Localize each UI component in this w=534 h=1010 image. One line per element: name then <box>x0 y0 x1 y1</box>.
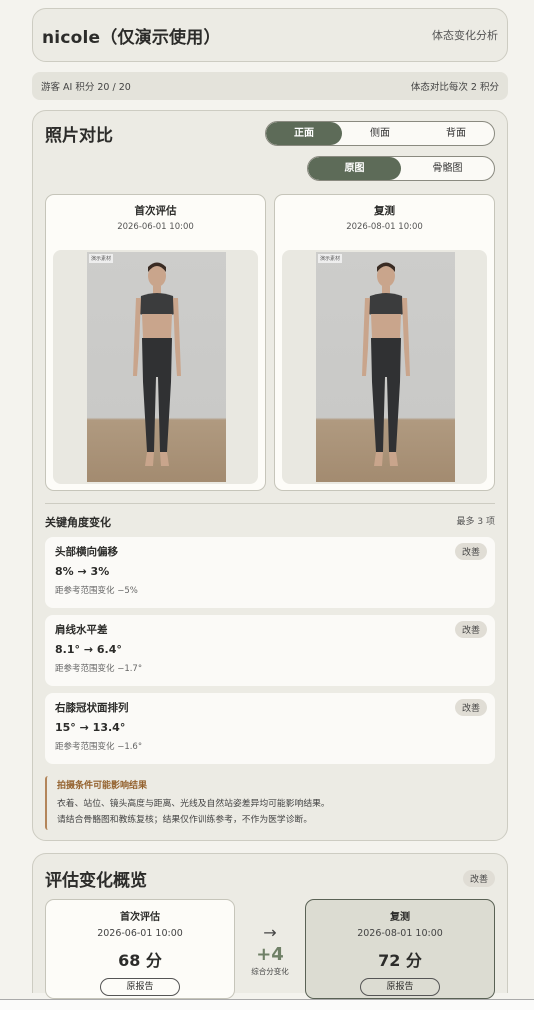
assessment-label: 首次评估 <box>120 912 160 923</box>
posture-photo: 演示素材 <box>87 252 226 482</box>
photo-frame: 演示素材 <box>282 250 487 484</box>
metric-name: 右膝冠状面排列 <box>55 702 129 714</box>
improve-badge: 改善 <box>454 699 487 716</box>
angles-title: 关键角度变化 <box>45 516 111 529</box>
photo-card-second[interactable]: 复测 2026-08-01 10:00 演示素材 <box>274 194 495 491</box>
metric-value: 8% → 3% <box>55 565 110 578</box>
improve-badge: 改善 <box>454 621 487 638</box>
photo-compare-title: 照片对比 <box>45 126 113 146</box>
tab-side[interactable]: 侧面 <box>342 122 418 145</box>
metric-name: 肩线水平差 <box>55 624 108 636</box>
original-report-button[interactable]: 原报告 <box>360 978 440 996</box>
assessment-label: 复测 <box>390 912 410 923</box>
view-switch: 正面 侧面 背面 <box>265 121 495 146</box>
retest-box: 复测 2026-08-01 10:00 72 分 原报告 <box>305 899 495 999</box>
credits-bar: 游客 AI 积分 20 / 20 体态对比每次 2 积分 <box>32 72 508 100</box>
score-delta: +4 <box>256 944 284 965</box>
tab-skeleton[interactable]: 骨骼图 <box>401 157 494 180</box>
metric-name: 头部横向偏移 <box>55 546 118 558</box>
angles-max: 最多 3 项 <box>456 517 495 527</box>
photo-time: 2026-06-01 10:00 <box>117 222 194 232</box>
summary-badge: 改善 <box>462 870 495 887</box>
note-line: 衣着、站位、镜头高度与距离、光线及自然站姿差异均可能影响结果。 <box>57 799 330 809</box>
photo-label: 复测 <box>374 205 395 217</box>
assessment-score: 68 分 <box>118 951 162 970</box>
person-figure <box>133 262 181 466</box>
credits-balance: 游客 AI 积分 20 / 20 <box>41 82 131 93</box>
note-title: 拍摄条件可能影响结果 <box>57 781 148 791</box>
photo-card-first[interactable]: 首次评估 2026-06-01 10:00 演示素材 <box>45 194 266 491</box>
metric-delta: 距参考范围变化 −1.6° <box>55 742 143 752</box>
photo-time: 2026-08-01 10:00 <box>346 222 423 232</box>
first-assessment-box: 首次评估 2026-06-01 10:00 68 分 原报告 <box>45 899 235 999</box>
credits-cost: 体态对比每次 2 积分 <box>410 82 499 93</box>
score-delta-label: 综合分变化 <box>251 967 289 976</box>
assessment-time: 2026-08-01 10:00 <box>357 928 443 939</box>
note-line: 请结合骨骼图和教练复核；结果仅作训练参考，不作为医学诊断。 <box>57 815 313 825</box>
tab-back[interactable]: 背面 <box>418 122 494 145</box>
note-body: 衣着、站位、镜头高度与距离、光线及自然站姿差异均可能影响结果。 请结合骨骼图和教… <box>57 796 495 828</box>
arrow-right-icon: → <box>263 923 277 942</box>
summary-title: 评估变化概览 <box>45 871 147 891</box>
page-subtitle: 体态变化分析 <box>432 29 498 42</box>
client-name: nicole（仅演示使用） <box>42 27 221 48</box>
tab-original[interactable]: 原图 <box>308 157 401 180</box>
mode-switch: 原图 骨骼图 <box>307 156 495 181</box>
metric-card: 头部横向偏移 8% → 3% 距参考范围变化 −5% 改善 <box>45 537 495 608</box>
metric-value: 15° → 13.4° <box>55 721 126 734</box>
page: nicole（仅演示使用） 体态变化分析 游客 AI 积分 20 / 20 体态… <box>0 0 534 1010</box>
summary-card: 评估变化概览 改善 首次评估 2026-06-01 10:00 68 分 原报告… <box>32 853 508 999</box>
capture-note: 拍摄条件可能影响结果 衣着、站位、镜头高度与距离、光线及自然站姿差异均可能影响结… <box>45 776 495 830</box>
tab-front[interactable]: 正面 <box>266 122 342 145</box>
assessment-score: 72 分 <box>378 951 422 970</box>
posture-photo: 演示素材 <box>316 252 455 482</box>
divider <box>45 503 495 504</box>
bottom-bar <box>0 999 534 1010</box>
person-figure <box>362 262 410 466</box>
metric-delta: 距参考范围变化 −5% <box>55 586 138 596</box>
metric-delta: 距参考范围变化 −1.7° <box>55 664 143 674</box>
angles-header: 关键角度变化 最多 3 项 <box>45 514 495 530</box>
metric-card: 肩线水平差 8.1° → 6.4° 距参考范围变化 −1.7° 改善 <box>45 615 495 686</box>
assessment-time: 2026-06-01 10:00 <box>97 928 183 939</box>
photo-label: 首次评估 <box>134 205 177 217</box>
score-change: → +4 综合分变化 <box>235 899 305 977</box>
photo-compare-card: 照片对比 正面 侧面 背面 原图 骨骼图 首次评估 2026-06-01 10:… <box>32 110 508 841</box>
original-report-button[interactable]: 原报告 <box>100 978 180 996</box>
profile-header: nicole（仅演示使用） 体态变化分析 <box>32 8 508 62</box>
metric-card: 右膝冠状面排列 15° → 13.4° 距参考范围变化 −1.6° 改善 <box>45 693 495 764</box>
metric-value: 8.1° → 6.4° <box>55 643 122 656</box>
improve-badge: 改善 <box>454 543 487 560</box>
photo-frame: 演示素材 <box>53 250 258 484</box>
